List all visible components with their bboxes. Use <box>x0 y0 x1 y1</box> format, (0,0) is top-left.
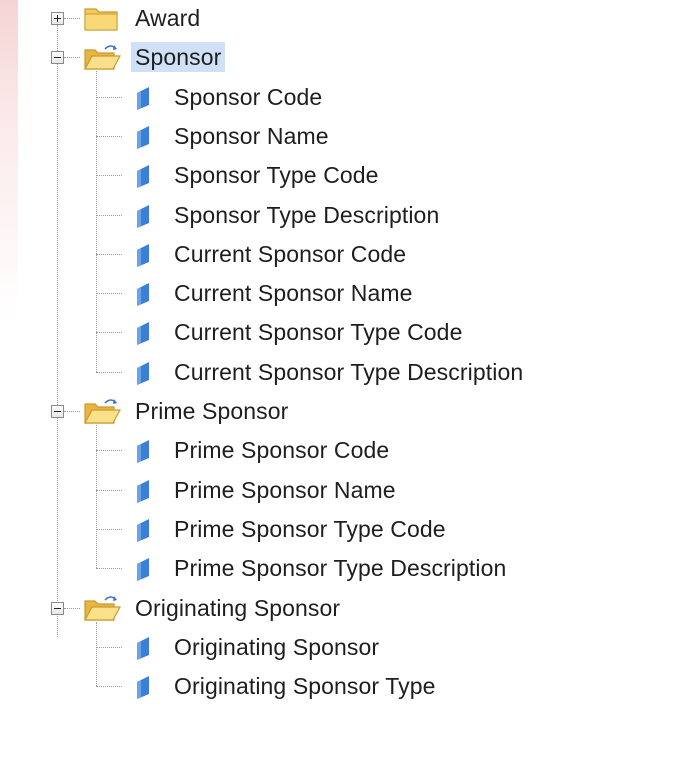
field-tree: Award Sponsor Sponsor Code Sponsor Name Spon… <box>0 0 681 769</box>
field-marker-icon <box>135 320 151 346</box>
tree-leaf-label[interactable]: Prime Sponsor Type Description <box>174 553 506 583</box>
tree-connector <box>96 686 122 688</box>
tree-node-label[interactable]: Prime Sponsor <box>135 396 288 426</box>
tree-leaf-item[interactable]: Prime Sponsor Name <box>0 475 660 511</box>
tree-leaf-label[interactable]: Sponsor Type Code <box>174 160 379 190</box>
field-marker-icon <box>135 438 151 464</box>
tree-connector <box>96 214 122 216</box>
tree-leaf-label[interactable]: Sponsor Type Description <box>174 200 439 230</box>
tree-leaf-item[interactable]: Prime Sponsor Type Code <box>0 514 660 550</box>
tree-node-label[interactable]: Originating Sponsor <box>135 593 340 623</box>
tree-connector <box>96 489 122 491</box>
tree-leaf-item[interactable]: Prime Sponsor Code <box>0 435 660 471</box>
tree-connector <box>96 568 122 570</box>
tree-leaf-label[interactable]: Sponsor Name <box>174 121 329 151</box>
folder-open-icon <box>83 396 122 426</box>
tree-leaf-item[interactable]: Sponsor Type Code <box>0 160 660 196</box>
tree-connector <box>96 425 97 569</box>
tree-connector <box>96 71 97 372</box>
collapse-toggle-icon[interactable] <box>51 405 64 418</box>
tree-leaf-label[interactable]: Prime Sponsor Type Code <box>174 514 446 544</box>
tree-connector <box>96 621 97 687</box>
tree-leaf-item[interactable]: Current Sponsor Type Description <box>0 357 660 393</box>
tree-leaf-label[interactable]: Originating Sponsor Type <box>174 671 436 701</box>
tree-connector <box>64 18 80 19</box>
tree-leaf-label[interactable]: Sponsor Code <box>174 82 322 112</box>
tree-connector <box>96 371 122 373</box>
tree-leaf-item[interactable]: Sponsor Code <box>0 82 660 118</box>
tree-connector <box>64 411 80 412</box>
tree-leaf-label[interactable]: Current Sponsor Type Description <box>174 357 523 387</box>
field-marker-icon <box>135 478 151 504</box>
tree-connector <box>96 135 122 137</box>
tree-leaf-item[interactable]: Originating Sponsor Type <box>0 671 660 707</box>
tree-node-originating-sponsor[interactable]: Originating Sponsor <box>0 593 660 629</box>
tree-node-label[interactable]: Sponsor <box>131 42 226 73</box>
tree-node-sponsor[interactable]: Sponsor <box>0 42 660 78</box>
tree-connector <box>96 528 122 530</box>
field-marker-icon <box>135 517 151 543</box>
collapse-toggle-icon[interactable] <box>51 51 64 65</box>
tree-connector <box>96 450 122 452</box>
expand-toggle-icon[interactable] <box>51 12 64 25</box>
field-marker-icon <box>135 635 151 661</box>
tree-leaf-label[interactable]: Originating Sponsor <box>174 632 379 662</box>
tree-leaf-item[interactable]: Sponsor Name <box>0 121 660 157</box>
tree-connector <box>64 57 80 59</box>
tree-leaf-label[interactable]: Current Sponsor Type Code <box>174 317 462 347</box>
tree-leaf-item[interactable]: Current Sponsor Name <box>0 278 660 314</box>
tree-connector <box>96 646 122 648</box>
tree-leaf-item[interactable]: Sponsor Type Description <box>0 200 660 236</box>
tree-node-label[interactable]: Award <box>135 3 200 33</box>
tree-leaf-item[interactable]: Originating Sponsor <box>0 632 660 668</box>
folder-open-icon <box>83 42 122 72</box>
tree-leaf-item[interactable]: Current Sponsor Code <box>0 239 660 275</box>
tree-connector <box>64 607 80 609</box>
tree-leaf-item[interactable]: Current Sponsor Type Code <box>0 317 660 353</box>
tree-connector <box>96 253 122 255</box>
tree-node-award[interactable]: Award <box>0 3 660 39</box>
tree-node-prime-sponsor[interactable]: Prime Sponsor <box>0 396 660 432</box>
tree-leaf-label[interactable]: Prime Sponsor Name <box>174 475 396 505</box>
tree-connector <box>96 293 122 295</box>
field-marker-icon <box>135 360 151 386</box>
collapse-toggle-icon[interactable] <box>51 601 64 615</box>
field-marker-icon <box>135 163 151 189</box>
folder-closed-icon <box>83 3 121 33</box>
tree-leaf-item[interactable]: Prime Sponsor Type Description <box>0 553 660 589</box>
tree-leaf-label[interactable]: Prime Sponsor Code <box>174 435 389 465</box>
field-marker-icon <box>135 124 151 150</box>
tree-connector <box>96 175 122 177</box>
field-marker-icon <box>135 281 151 307</box>
field-marker-icon <box>135 242 151 268</box>
field-marker-icon <box>135 674 151 700</box>
field-marker-icon <box>135 85 151 111</box>
tree-leaf-label[interactable]: Current Sponsor Name <box>174 278 413 308</box>
field-marker-icon <box>135 203 151 229</box>
tree-connector <box>96 96 122 98</box>
folder-open-icon <box>83 593 122 623</box>
tree-connector <box>96 332 122 334</box>
field-marker-icon <box>135 556 151 582</box>
tree-leaf-label[interactable]: Current Sponsor Code <box>174 239 406 269</box>
